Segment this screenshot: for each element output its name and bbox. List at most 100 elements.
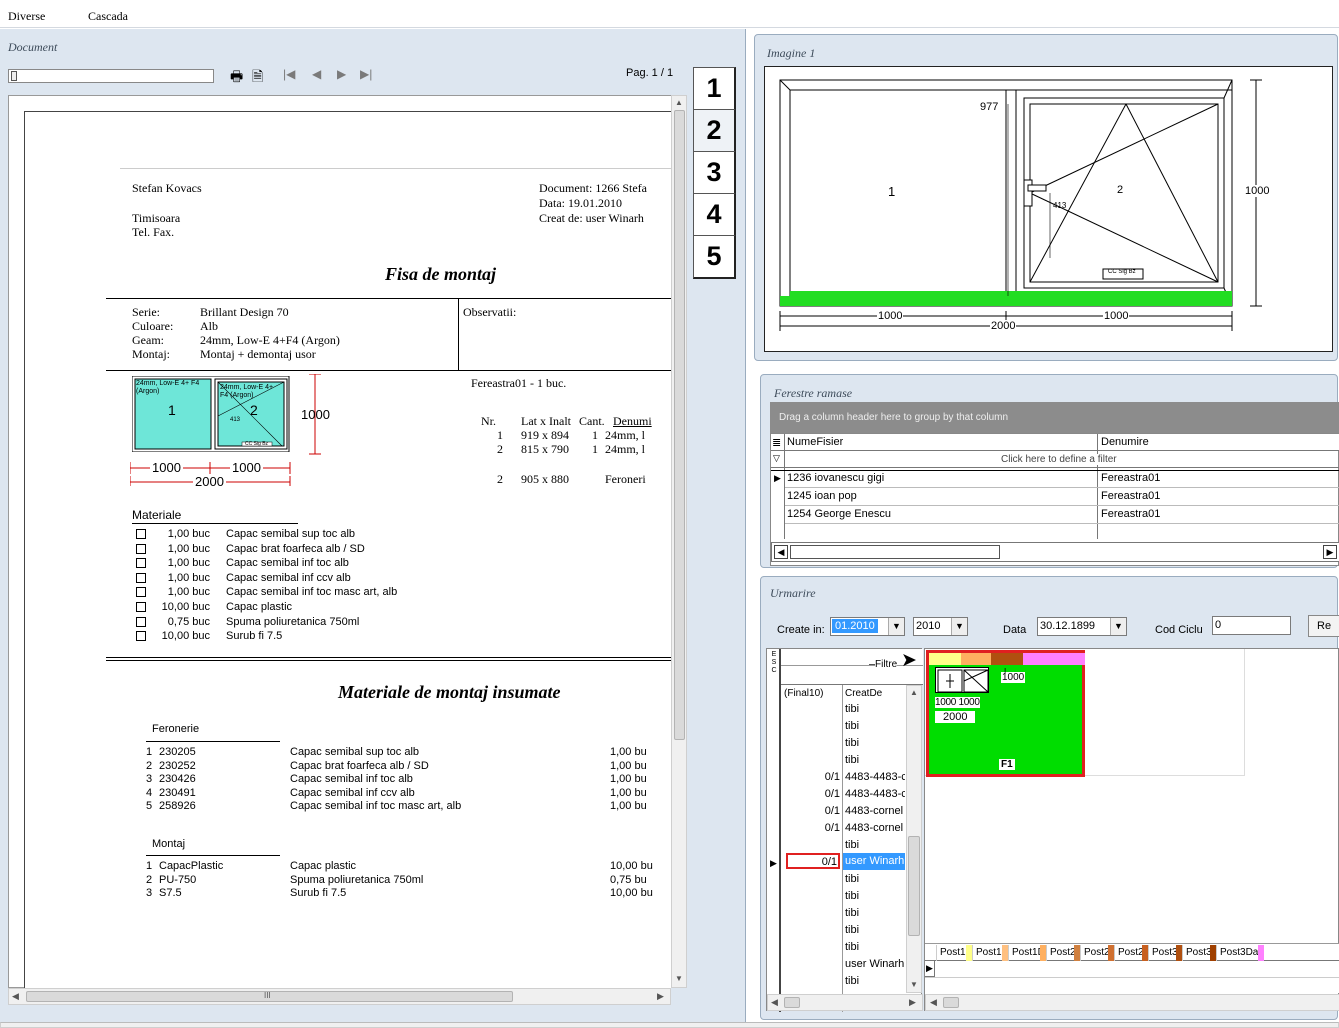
column-chooser-icon[interactable]: ≣ [772,436,781,449]
posts-column-header[interactable]: Post1D. [1008,945,1046,961]
col-creatde[interactable]: CreatDe [845,688,882,699]
cell-final[interactable]: 0/1 [784,854,837,871]
cell-final[interactable]: 0/1 [784,820,840,837]
zoom-slider[interactable] [8,69,214,83]
filter-button[interactable]: Filtre [875,659,898,670]
tab-4[interactable]: 4 [693,193,736,237]
next-page-icon[interactable]: ▶ [337,67,346,81]
checkbox[interactable] [136,529,146,540]
cell-final[interactable]: 0/1 [784,769,840,786]
document-vscroll[interactable]: ▲ ▼ [671,95,687,988]
posts-column-header[interactable]: Post2 [1046,945,1080,961]
cell-creat[interactable]: tibi [845,735,859,752]
cell-creat[interactable]: tibi [845,922,859,939]
posts-column-header[interactable]: Post3 [1148,945,1182,961]
urmarire-vscroll-thumb[interactable] [908,836,920,936]
document-hscroll[interactable]: ◀ III ▶ [8,988,671,1005]
col-denumire[interactable]: Denumire [1101,436,1149,448]
scroll-down-icon[interactable]: ▼ [675,974,683,983]
cell-creat[interactable]: tibi [845,871,859,888]
cell-creat[interactable]: tibi [845,701,859,718]
scroll-right-icon[interactable]: ▶ [657,991,664,1002]
checkbox[interactable] [136,572,146,583]
scroll-down-icon[interactable]: ▼ [910,980,918,989]
cell-final[interactable]: 0/1 [784,786,840,803]
cell-creat[interactable]: tibi [845,973,859,990]
page-icon[interactable]: 🗎 [252,66,263,90]
cell-creat[interactable]: tibi [845,888,859,905]
posts-column-header[interactable]: Post3! [1182,945,1216,961]
scroll-left-icon[interactable]: ◀ [12,991,19,1002]
chevron-down-icon[interactable]: ▼ [888,618,904,635]
filter-icon[interactable]: ▽ [773,453,780,464]
checkbox[interactable] [136,616,146,627]
document-vscroll-thumb[interactable] [674,110,685,740]
menu-cascada[interactable]: Cascada [88,9,128,24]
cell-creat[interactable]: 4483-cornel [845,820,905,837]
print-preview-icon[interactable]: 🖶 [230,66,243,90]
tab-3[interactable]: 3 [693,151,736,195]
cell-creat[interactable]: 4483-4483-c [845,786,905,803]
visual-hscroll[interactable]: ◀ [925,994,1339,1011]
cell-creat[interactable]: tibi [845,905,859,922]
main-hscroll[interactable] [0,1022,1339,1028]
cell-creat[interactable]: 4483-cornel [845,803,905,820]
row-denumire[interactable]: Fereastra01 [1101,508,1160,520]
data-picker[interactable]: 30.12.1899 ▼ [1037,617,1127,636]
scroll-up-icon[interactable]: ▲ [675,98,683,107]
prev-page-icon[interactable]: ◀ [312,67,321,81]
checkbox[interactable] [136,602,146,613]
tab-5[interactable]: 5 [693,235,736,279]
ferestre-hscroll-thumb[interactable] [790,545,1000,559]
cell-final[interactable]: 0/1 [784,803,840,820]
posts-column-header[interactable]: Post3Data [1216,945,1264,961]
window-card-f1[interactable]: 1000 I 1000 1000 2000 F1 [926,650,1085,777]
row-name[interactable]: 1236 iovanescu gigi [787,472,884,484]
cell-creat[interactable]: user Winarh [845,956,905,973]
col-final10[interactable]: (Final10) [784,688,823,699]
posts-column-header[interactable]: Post2 [1114,945,1148,961]
urmarire-vscroll[interactable]: ▲ ▼ [906,685,922,993]
urmarire-hscroll[interactable]: ◀ ▶ [767,994,923,1011]
checkbox[interactable] [136,543,146,554]
cell-creat[interactable]: 4483-4483-c [845,769,905,786]
scroll-up-icon[interactable]: ▲ [910,688,918,697]
chevron-down-icon[interactable]: ▼ [951,618,967,635]
posts-column-header[interactable]: Post1! [972,945,1008,961]
cell-creat[interactable]: tibi [845,939,859,956]
checkbox[interactable] [136,558,146,569]
urmarire-hscroll-thumb[interactable] [784,997,800,1008]
scroll-left-icon[interactable]: ◀ [774,545,788,559]
posts-column-header[interactable]: Post2 [1080,945,1114,961]
first-page-icon[interactable]: |◀ [283,67,295,81]
scroll-left-icon[interactable]: ◀ [930,997,937,1008]
row-denumire[interactable]: Fereastra01 [1101,472,1160,484]
row-name[interactable]: 1245 ioan pop [787,490,857,502]
last-page-icon[interactable]: ▶| [360,67,372,81]
filter-hint[interactable]: Click here to define a filter [1001,454,1117,465]
create-year-select[interactable]: 2010 ▼ [913,617,968,636]
tab-1[interactable]: 1 [693,67,736,111]
cell-creat-selected[interactable]: user Winarh [843,853,905,870]
cell-creat[interactable]: tibi [845,752,859,769]
cell-creat[interactable]: tibi [845,718,859,735]
group-by-area[interactable]: Drag a column header here to group by th… [770,402,1339,433]
zoom-slider-thumb[interactable] [11,71,17,81]
cod-ciclu-input[interactable]: 0 [1212,616,1291,635]
chevron-down-icon[interactable]: ▼ [1110,618,1126,635]
visual-hscroll-thumb[interactable] [943,997,959,1008]
scroll-left-icon[interactable]: ◀ [771,997,778,1008]
row-name[interactable]: 1254 George Enescu [787,508,891,520]
tab-2[interactable]: 2 [693,109,736,153]
col-numefisier[interactable]: NumeFisier [787,436,843,448]
cell-creat[interactable]: tibi [845,837,859,854]
row-denumire[interactable]: Fereastra01 [1101,490,1160,502]
scroll-right-icon[interactable]: ▶ [1323,545,1337,559]
checkbox[interactable] [136,631,146,642]
refresh-button[interactable]: Re [1308,615,1339,637]
ferestre-hscroll[interactable]: ◀ ▶ [771,542,1339,562]
posts-column-header[interactable]: Post1 [936,945,972,961]
checkbox[interactable] [136,587,146,598]
create-month-select[interactable]: 01.2010 ▼ [830,617,905,636]
scroll-right-icon[interactable]: ▶ [909,997,916,1008]
